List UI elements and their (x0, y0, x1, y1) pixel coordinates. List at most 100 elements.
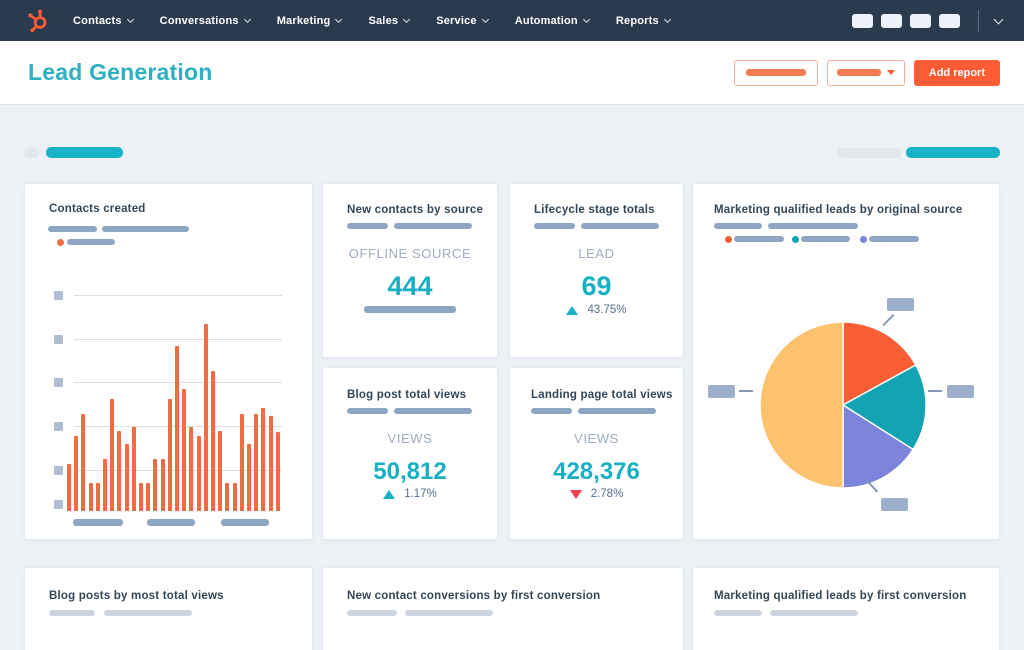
metric-value: 444 (387, 271, 433, 301)
nav-item-service[interactable]: Service (436, 15, 489, 27)
delta-row: 1.17% (323, 488, 497, 500)
card-title: Marketing qualified leads by original so… (714, 204, 963, 216)
bar (81, 414, 86, 511)
redacted-subtitle-bar (347, 223, 388, 229)
nav-icon-placeholder[interactable] (910, 13, 931, 28)
nav-item-marketing[interactable]: Marketing (276, 14, 343, 27)
hubspot-logo-icon[interactable] (26, 8, 51, 33)
redacted-delta-bar (364, 306, 456, 313)
chevron-down-icon (582, 15, 590, 23)
bar (182, 389, 187, 511)
delta-row: 43.75% (510, 304, 683, 316)
bar (67, 464, 71, 511)
redacted-button-label (836, 69, 881, 76)
metric-value: 428,376 (553, 458, 640, 485)
delta-value: 1.17% (404, 488, 437, 500)
bar (139, 483, 144, 511)
bar (131, 427, 136, 511)
metric-value: 50,812 (373, 458, 447, 485)
card-contacts-created: Contacts created (24, 183, 313, 540)
card-title: Marketing qualified leads by first conve… (714, 590, 967, 602)
metric-label: VIEWS (387, 431, 433, 446)
redacted-subtitle-bar (347, 610, 397, 616)
nav-item-conversations[interactable]: Conversations (160, 15, 251, 27)
redacted-legend-bar (734, 236, 784, 242)
top-navbar: Contacts Conversations Marketing Sales S… (0, 0, 1024, 41)
redacted-xtick (147, 519, 195, 526)
redacted-dropdown-button[interactable] (826, 59, 905, 86)
bar (268, 416, 273, 511)
header-actions: Add report (733, 59, 1000, 86)
nav-item-label: Marketing (276, 14, 331, 27)
callout-line (739, 390, 753, 392)
card-title: Lifecycle stage totals (534, 204, 655, 216)
redacted-subtitle-bar (581, 223, 659, 229)
filter-label-placeholder (24, 148, 39, 158)
legend-dot (57, 239, 64, 246)
nav-item-label: Sales (368, 14, 399, 27)
chevron-down-icon (243, 15, 251, 23)
page-header: Lead Generation Add report (0, 41, 1024, 105)
redacted-ytick (54, 500, 63, 509)
bar (124, 444, 129, 511)
bar (232, 483, 237, 511)
nav-item-sales[interactable]: Sales (368, 14, 411, 27)
main-menu: Contacts Conversations Marketing Sales S… (73, 14, 671, 27)
bar (203, 324, 208, 511)
redacted-slice-label (947, 385, 974, 398)
card-mql-by-first-conversion: Marketing qualified leads by first conve… (692, 567, 1000, 650)
redacted-legend-bar (67, 239, 115, 245)
mql-pie-chart (759, 321, 927, 489)
redacted-action-button[interactable] (733, 59, 818, 86)
bar (261, 408, 266, 511)
bar (117, 431, 122, 511)
nav-icon-placeholder[interactable] (852, 13, 873, 28)
redacted-ytick (54, 291, 63, 300)
filter-link-placeholder[interactable] (46, 147, 123, 158)
redacted-subtitle-bar (531, 408, 572, 414)
delta-value: 43.75% (587, 304, 627, 316)
redacted-legend-bar (801, 236, 850, 242)
bar (225, 483, 230, 511)
add-report-button[interactable]: Add report (913, 59, 1000, 86)
bar (189, 427, 194, 511)
chevron-down-icon (663, 15, 671, 23)
redacted-xtick (73, 519, 123, 526)
nav-item-contacts[interactable]: Contacts (73, 14, 134, 27)
metric-label: OFFLINE SOURCE (348, 246, 472, 261)
bar (160, 459, 165, 511)
chevron-down-icon (126, 15, 134, 23)
card-new-contacts-by-source: New contacts by source OFFLINE SOURCE 44… (322, 183, 498, 358)
redacted-ytick (54, 335, 63, 344)
redacted-subtitle-bar (104, 610, 192, 616)
account-chevron-down-icon[interactable] (993, 14, 1004, 24)
nav-item-label: Automation (514, 14, 578, 27)
bar (196, 436, 201, 511)
nav-item-automation[interactable]: Automation (514, 14, 590, 27)
navbar-divider (978, 9, 979, 32)
card-blog-post-total-views: Blog post total views VIEWS 50,812 1.17% (322, 367, 498, 540)
nav-icon-placeholder[interactable] (939, 13, 960, 28)
bar (175, 346, 180, 511)
redacted-subtitle-bar (714, 223, 762, 229)
bar (167, 399, 172, 511)
chevron-down-icon (481, 15, 489, 23)
filter-link-placeholder[interactable] (906, 147, 1000, 158)
redacted-subtitle-bar (394, 408, 472, 414)
delta-down-icon (569, 489, 582, 499)
redacted-ytick (54, 466, 63, 475)
nav-icon-placeholder[interactable] (881, 13, 902, 28)
metric-label: VIEWS (574, 431, 619, 446)
filter-label-placeholder (837, 148, 902, 158)
card-mql-by-original-source: Marketing qualified leads by original so… (692, 183, 1000, 540)
redacted-subtitle-bar (714, 610, 762, 616)
bar (275, 432, 280, 511)
card-landing-page-total-views: Landing page total views VIEWS 428,376 2… (509, 367, 684, 540)
bar (211, 371, 216, 511)
nav-item-label: Contacts (73, 14, 122, 27)
redacted-legend-bar (869, 236, 919, 242)
contacts-created-bars (67, 295, 280, 511)
nav-item-reports[interactable]: Reports (616, 15, 671, 27)
redacted-subtitle-bar (578, 408, 656, 414)
delta-row: 2.78% (510, 488, 683, 500)
